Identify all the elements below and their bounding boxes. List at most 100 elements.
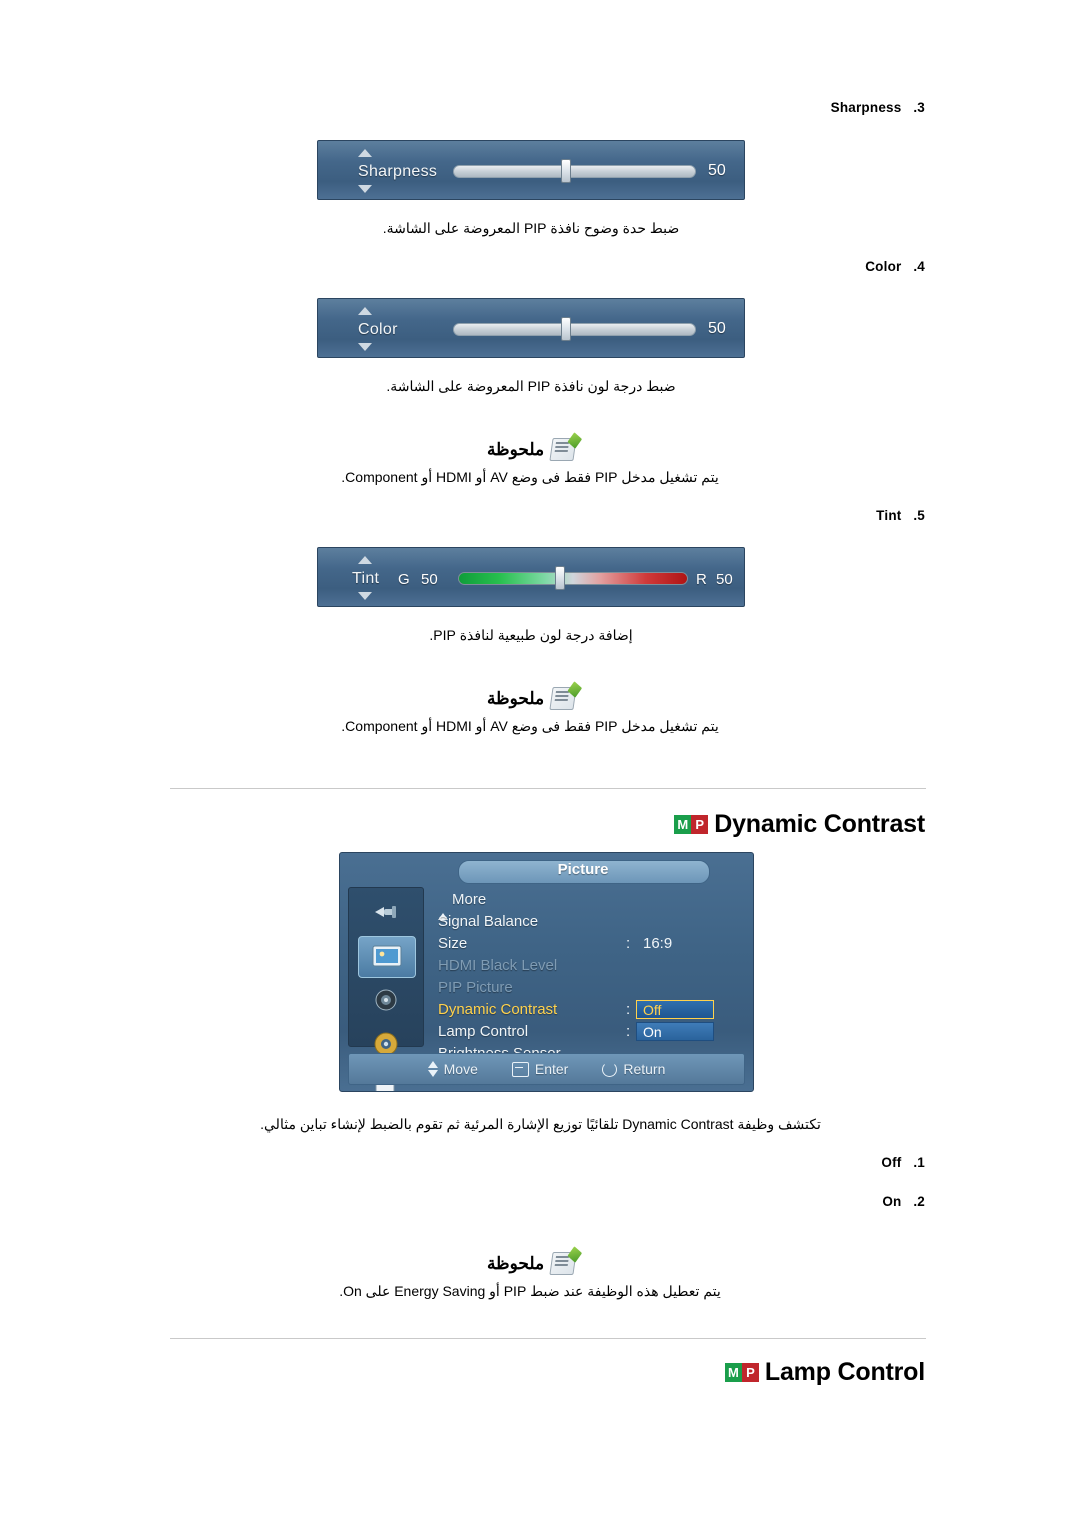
osd-row-size[interactable]: Size : 16:9	[438, 935, 743, 957]
osd-row-signal-balance-label: Signal Balance	[438, 913, 539, 930]
sound-icon	[358, 980, 414, 1020]
arrow-down-icon[interactable]	[358, 185, 372, 193]
color-value: 50	[708, 320, 726, 337]
sharpness-osd-slider[interactable]: Sharpness 50	[317, 140, 745, 200]
tint-heading-label: Tint	[876, 508, 902, 523]
dynamic-contrast-option-off-label: Off	[881, 1155, 902, 1170]
osd-row-signal-balance[interactable]: Signal Balance	[438, 913, 743, 935]
badge-mp-icon: M P	[724, 1363, 759, 1382]
osd-icon-picture[interactable]	[358, 936, 416, 978]
color-caption: ضبط درجة لون نافذة PIP المعروضة على الشا…	[386, 378, 676, 394]
lamp-control-title: Lamp Control	[764, 1358, 925, 1386]
osd-row-size-label: Size	[438, 935, 468, 952]
osd-icon-input[interactable]	[358, 892, 414, 932]
note-1-text: يتم تشغيل مدخل PIP فقط فى وضع AV أو HDMI…	[341, 469, 719, 485]
osd-menu-rows: More Signal Balance Size : 16:9 HDMI Bla…	[438, 891, 743, 1067]
osd-row-size-colon: :	[626, 935, 631, 952]
osd-row-dynamic-contrast-colon: :	[626, 1001, 631, 1018]
note-1-title: ملحوظة	[486, 439, 545, 459]
tint-heading: Tint .5	[725, 508, 925, 523]
dynamic-contrast-option-on: On .2	[725, 1194, 925, 1209]
tint-green-value: 50	[421, 571, 438, 588]
note-2-title: ملحوظة	[486, 688, 545, 708]
osd-row-size-value: 16:9	[643, 935, 673, 952]
osd-row-dynamic-contrast[interactable]: Dynamic Contrast : Off	[438, 1000, 743, 1023]
dynamic-contrast-option-on-label: On	[882, 1194, 902, 1209]
sharpness-caption: ضبط حدة وضوح نافذة PIP المعروضة على الشا…	[382, 220, 680, 236]
osd-row-lamp-control-label: Lamp Control	[438, 1023, 529, 1040]
sharpness-heading-label: Sharpness	[830, 100, 902, 115]
osd-row-pip-picture: PIP Picture	[438, 979, 743, 1001]
note-1-header: ملحوظة	[317, 438, 745, 461]
tint-red-letter: R	[696, 571, 707, 588]
section-divider-2	[170, 1338, 926, 1339]
lamp-control-heading: M P Lamp Control	[724, 1358, 925, 1387]
dynamic-contrast-description: تكتشف وظيفة Dynamic Contrast تلقائيًا تو…	[260, 1116, 821, 1132]
arrow-down-icon[interactable]	[358, 343, 372, 351]
osd-row-lamp-control-selectbox[interactable]: On	[636, 1022, 714, 1041]
badge-m-letter: M	[724, 1363, 742, 1382]
osd-footer-return-label: Return	[623, 1061, 666, 1077]
badge-p-letter: P	[741, 1363, 759, 1382]
arrow-up-icon[interactable]	[358, 307, 372, 315]
arrow-down-icon[interactable]	[358, 592, 372, 600]
osd-menu-title: Picture	[557, 861, 609, 878]
tint-green-letter: G	[398, 571, 410, 588]
dynamic-contrast-heading: M P Dynamic Contrast	[674, 810, 925, 839]
color-osd-slider[interactable]: Color 50	[317, 298, 745, 358]
picture-icon	[359, 937, 415, 977]
sharpness-value: 50	[708, 162, 726, 179]
osd-footer-move[interactable]: Move	[427, 1061, 478, 1077]
osd-icon-column	[348, 887, 424, 1091]
note-3-header: ملحوظة	[317, 1252, 745, 1275]
tint-osd-slider[interactable]: Tint G 50 R 50	[317, 547, 745, 607]
tint-red-value: 50	[716, 571, 733, 588]
osd-row-pip-picture-label: PIP Picture	[438, 979, 513, 996]
osd-row-hdmi-black-level-label: HDMI Black Level	[438, 957, 558, 974]
tint-caption: إضافة درجة لون طبيعية لنافذة PIP.	[429, 627, 633, 643]
dynamic-contrast-option-off-index: .1	[913, 1155, 925, 1170]
note-3-text: يتم تعطيل هذه الوظيفة عند ضبط PIP أو Ene…	[339, 1283, 721, 1299]
tint-track[interactable]	[458, 572, 688, 585]
osd-row-hdmi-black-level: HDMI Black Level	[438, 957, 743, 979]
osd-row-dynamic-contrast-label: Dynamic Contrast	[438, 1001, 558, 1018]
badge-mp-icon: M P	[674, 815, 709, 834]
osd-row-lamp-control[interactable]: Lamp Control : On	[438, 1022, 743, 1045]
tint-heading-index: .5	[913, 508, 925, 523]
tint-knob[interactable]	[555, 566, 565, 590]
sharpness-knob[interactable]	[561, 159, 571, 183]
badge-p-letter: P	[691, 815, 709, 834]
sharpness-heading-index: .3	[913, 100, 925, 115]
note-2-text: يتم تشغيل مدخل PIP فقط فى وضع AV أو HDMI…	[341, 718, 719, 734]
osd-row-dynamic-contrast-value: Off	[643, 1002, 662, 1018]
badge-m-letter: M	[674, 815, 692, 834]
color-osd-label: Color	[358, 321, 398, 338]
note-3-title: ملحوظة	[486, 1253, 545, 1273]
arrow-up-icon[interactable]	[358, 149, 372, 157]
osd-row-more[interactable]: More	[438, 891, 743, 920]
osd-footer-return[interactable]: Return	[602, 1061, 665, 1077]
sharpness-heading: Sharpness .3	[725, 100, 925, 115]
sharpness-track[interactable]	[453, 165, 696, 178]
move-arrows-icon	[427, 1061, 438, 1077]
enter-icon	[511, 1061, 529, 1077]
note-2-header: ملحوظة	[317, 687, 745, 710]
sharpness-osd-label: Sharpness	[358, 163, 438, 180]
color-knob[interactable]	[561, 317, 571, 341]
dynamic-contrast-title: Dynamic Contrast	[714, 810, 925, 838]
note-icon	[549, 687, 577, 710]
picture-osd-menu[interactable]: Picture More Signal Balance Size: 16:9 …	[339, 852, 754, 1092]
color-track[interactable]	[453, 323, 696, 336]
section-divider-1	[170, 788, 926, 789]
osd-row-lamp-control-colon: :	[626, 1023, 631, 1040]
osd-row-more-label: More	[452, 891, 487, 908]
color-heading-index: .4	[913, 259, 925, 274]
osd-row-dynamic-contrast-selectbox[interactable]: Off	[636, 1000, 714, 1019]
color-heading: Color .4	[725, 259, 925, 274]
osd-footer-enter[interactable]: Enter	[511, 1061, 569, 1077]
osd-footer-move-label: Move	[443, 1061, 478, 1077]
arrow-up-icon[interactable]	[358, 556, 372, 564]
osd-icon-sound[interactable]	[358, 980, 414, 1020]
color-heading-label: Color	[865, 259, 902, 274]
osd-footer-enter-label: Enter	[534, 1061, 569, 1077]
